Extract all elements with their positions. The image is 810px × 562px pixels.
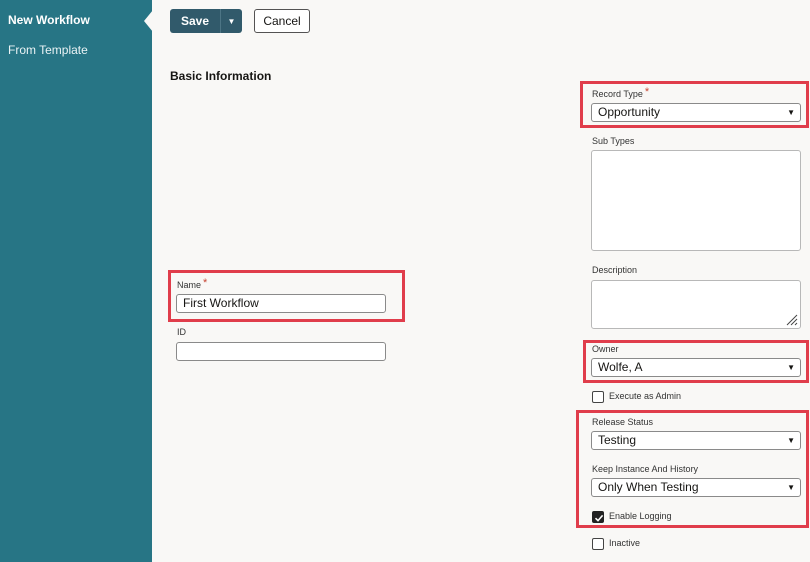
required-marker: * [644,86,650,98]
execute-as-admin-checkbox[interactable] [592,391,604,403]
name-field[interactable]: First Workflow [176,294,386,313]
sub-types-list[interactable] [591,150,801,251]
enable-logging-label: Enable Logging [609,511,672,521]
inactive-checkbox[interactable] [592,538,604,550]
resize-handle-icon[interactable] [784,312,798,326]
release-status-select[interactable]: Testing ▼ [591,431,801,450]
record-type-value: Opportunity [598,105,661,119]
execute-as-admin-label: Execute as Admin [609,391,682,401]
chevron-down-icon[interactable]: ▼ [220,9,242,33]
chevron-down-icon: ▼ [787,483,795,492]
name-label-text: Name [177,280,202,290]
record-type-label-text: Record Type [592,89,643,99]
keep-instance-select[interactable]: Only When Testing ▼ [591,478,801,497]
owner-select[interactable]: Wolfe, A ▼ [591,358,801,377]
owner-value: Wolfe, A [598,360,643,374]
checkmark-icon [594,514,604,522]
required-marker: * [203,277,208,289]
keep-instance-value: Only When Testing [598,480,699,494]
record-type-label: Record Type * [592,86,650,100]
sub-types-label: Sub Types [592,136,635,146]
description-textarea[interactable] [591,280,801,329]
sidebar-item-from-template[interactable]: From Template [0,36,152,64]
save-button-label: Save [181,14,210,28]
chevron-down-icon: ▼ [787,108,795,117]
chevron-down-icon: ▼ [787,363,795,372]
id-label: ID [177,327,186,337]
release-status-value: Testing [598,433,637,447]
release-status-label: Release Status [592,417,654,427]
description-label: Description [592,265,638,275]
inactive-label: Inactive [609,538,641,548]
active-indicator [144,10,153,32]
keep-instance-label: Keep Instance And History [592,464,699,474]
chevron-down-icon: ▼ [787,436,795,445]
sidebar: New Workflow From Template [0,0,152,562]
owner-label: Owner [592,344,619,354]
enable-logging-checkbox[interactable] [592,511,604,523]
section-title: Basic Information [170,69,272,83]
id-field[interactable] [176,342,386,361]
save-button[interactable]: Save ▼ [170,9,242,33]
name-label: Name * [177,277,208,291]
cancel-button[interactable]: Cancel [254,9,310,33]
record-type-select[interactable]: Opportunity ▼ [591,103,801,122]
sidebar-item-new-workflow[interactable]: New Workflow [0,6,152,34]
